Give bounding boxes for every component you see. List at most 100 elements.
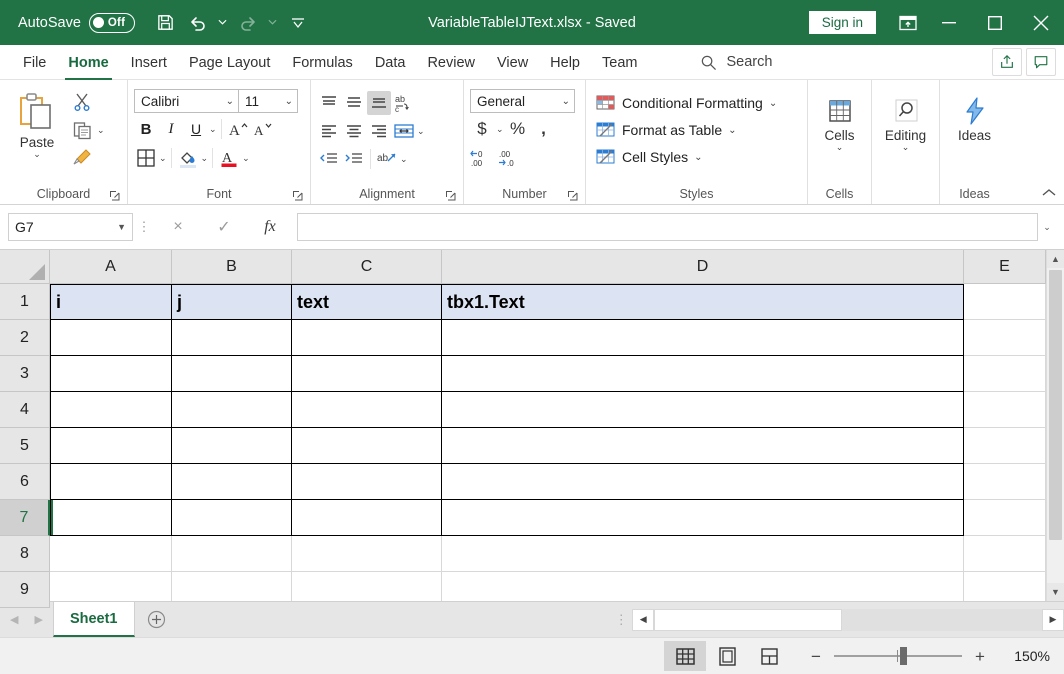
cell-a8[interactable] [50,536,172,572]
copy-icon[interactable] [70,118,94,142]
row-header-2[interactable]: 2 [0,320,50,356]
cell-c5[interactable] [292,428,442,464]
cell-e4[interactable] [964,392,1046,428]
row-header-3[interactable]: 3 [0,356,50,392]
ideas-button[interactable]: Ideas [946,92,1003,143]
cell-styles-button[interactable]: Cell Styles ⌄ [592,144,707,170]
cell-e1[interactable] [964,284,1046,320]
cell-styles-chevron-down-icon[interactable]: ⌄ [694,152,702,163]
format-as-table-chevron-down-icon[interactable]: ⌄ [728,125,736,136]
normal-view-icon[interactable] [664,641,706,671]
minimize-button[interactable] [926,0,972,45]
cell-a7[interactable] [50,500,172,536]
orientation-icon[interactable]: ab c [392,91,416,115]
wrap-text-dropdown-icon[interactable]: ⌄ [400,155,408,164]
cell-e3[interactable] [964,356,1046,392]
tab-file[interactable]: File [12,45,57,80]
autosave-control[interactable]: AutoSave Off [18,12,135,33]
cell-c7[interactable] [292,500,442,536]
cell-a2[interactable] [50,320,172,356]
name-box-chevron-down-icon[interactable]: ▼ [117,222,126,232]
percent-style-icon[interactable]: % [506,117,530,141]
zoom-in-button[interactable]: + [972,648,988,665]
cell-e5[interactable] [964,428,1046,464]
cell-b4[interactable] [172,392,292,428]
row-header-1[interactable]: 1 [0,284,50,320]
decrease-decimal-icon[interactable]: .00.0 [498,146,522,170]
cell-c4[interactable] [292,392,442,428]
collapse-ribbon-icon[interactable] [1040,183,1058,201]
cell-b6[interactable] [172,464,292,500]
cell-c1[interactable]: text [292,284,442,320]
cell-e7[interactable] [964,500,1046,536]
clipboard-dialog-launcher-icon[interactable] [109,190,121,202]
comments-icon[interactable] [1026,48,1056,76]
cell-a5[interactable] [50,428,172,464]
tab-data[interactable]: Data [364,45,417,80]
sign-in-button[interactable]: Sign in [808,10,876,35]
cell-d8[interactable] [442,536,964,572]
font-name-chevron-down-icon[interactable]: ⌄ [220,96,234,107]
cell-b1[interactable]: j [172,284,292,320]
font-size-combo[interactable]: 11 ⌄ [238,89,298,113]
scroll-up-arrow-icon[interactable]: ▲ [1047,250,1064,268]
cell-c2[interactable] [292,320,442,356]
row-header-6[interactable]: 6 [0,464,50,500]
conditional-formatting-chevron-down-icon[interactable]: ⌄ [769,98,777,109]
tab-help[interactable]: Help [539,45,591,80]
format-as-table-button[interactable]: Format as Table ⌄ [592,117,741,143]
alignment-dialog-launcher-icon[interactable] [445,190,457,202]
select-all-corner[interactable] [0,250,50,284]
cell-a9[interactable] [50,572,172,601]
editing-dropdown-icon[interactable]: ⌄ [902,143,910,152]
number-format-chevron-down-icon[interactable]: ⌄ [556,96,570,107]
decrease-indent-icon[interactable] [317,147,341,171]
align-top-icon[interactable] [317,91,341,115]
cell-c3[interactable] [292,356,442,392]
font-color-dropdown-icon[interactable]: ⌄ [242,154,250,163]
italic-button[interactable]: I [159,117,183,141]
row-header-7[interactable]: 7 [0,500,50,536]
copy-dropdown-icon[interactable]: ⌄ [97,126,105,135]
horizontal-scrollbar-track[interactable] [654,608,1042,631]
align-bottom-icon[interactable] [367,91,391,115]
cell-b3[interactable] [172,356,292,392]
undo-icon[interactable] [183,8,213,38]
cell-a3[interactable] [50,356,172,392]
tab-page-layout[interactable]: Page Layout [178,45,281,80]
next-sheet-icon[interactable]: ▶ [34,613,42,626]
customize-qat-icon[interactable] [283,8,313,38]
font-size-chevron-down-icon[interactable]: ⌄ [279,96,293,107]
insert-function-icon[interactable]: fx [247,213,293,241]
scroll-left-arrow-icon[interactable]: ◀ [632,608,655,631]
decrease-font-size-icon[interactable]: A [251,117,275,141]
cell-c8[interactable] [292,536,442,572]
horizontal-scrollbar-thumb[interactable] [654,608,843,631]
sheet-tab-sheet1[interactable]: Sheet1 [52,602,135,637]
cut-icon[interactable] [70,90,94,114]
row-header-9[interactable]: 9 [0,572,50,608]
tab-team[interactable]: Team [591,45,648,80]
column-header-d[interactable]: D [442,250,964,283]
merge-dropdown-icon[interactable]: ⌄ [417,127,425,136]
column-header-c[interactable]: C [292,250,442,283]
cell-d4[interactable] [442,392,964,428]
accounting-dropdown-icon[interactable]: ⌄ [496,125,504,134]
row-header-8[interactable]: 8 [0,536,50,572]
redo-icon[interactable] [233,8,263,38]
cell-c6[interactable] [292,464,442,500]
zoom-out-button[interactable]: − [808,648,824,665]
page-break-preview-icon[interactable] [748,641,790,671]
cell-a4[interactable] [50,392,172,428]
page-layout-view-icon[interactable] [706,641,748,671]
align-middle-icon[interactable] [342,91,366,115]
undo-dropdown-icon[interactable] [215,8,231,38]
cell-b2[interactable] [172,320,292,356]
cell-d5[interactable] [442,428,964,464]
zoom-slider-thumb[interactable] [900,647,907,665]
vertical-scrollbar[interactable]: ▲ ▼ [1046,250,1064,601]
cell-b8[interactable] [172,536,292,572]
tab-review[interactable]: Review [416,45,486,80]
cell-a1[interactable]: i [50,284,172,320]
tab-insert[interactable]: Insert [120,45,178,80]
